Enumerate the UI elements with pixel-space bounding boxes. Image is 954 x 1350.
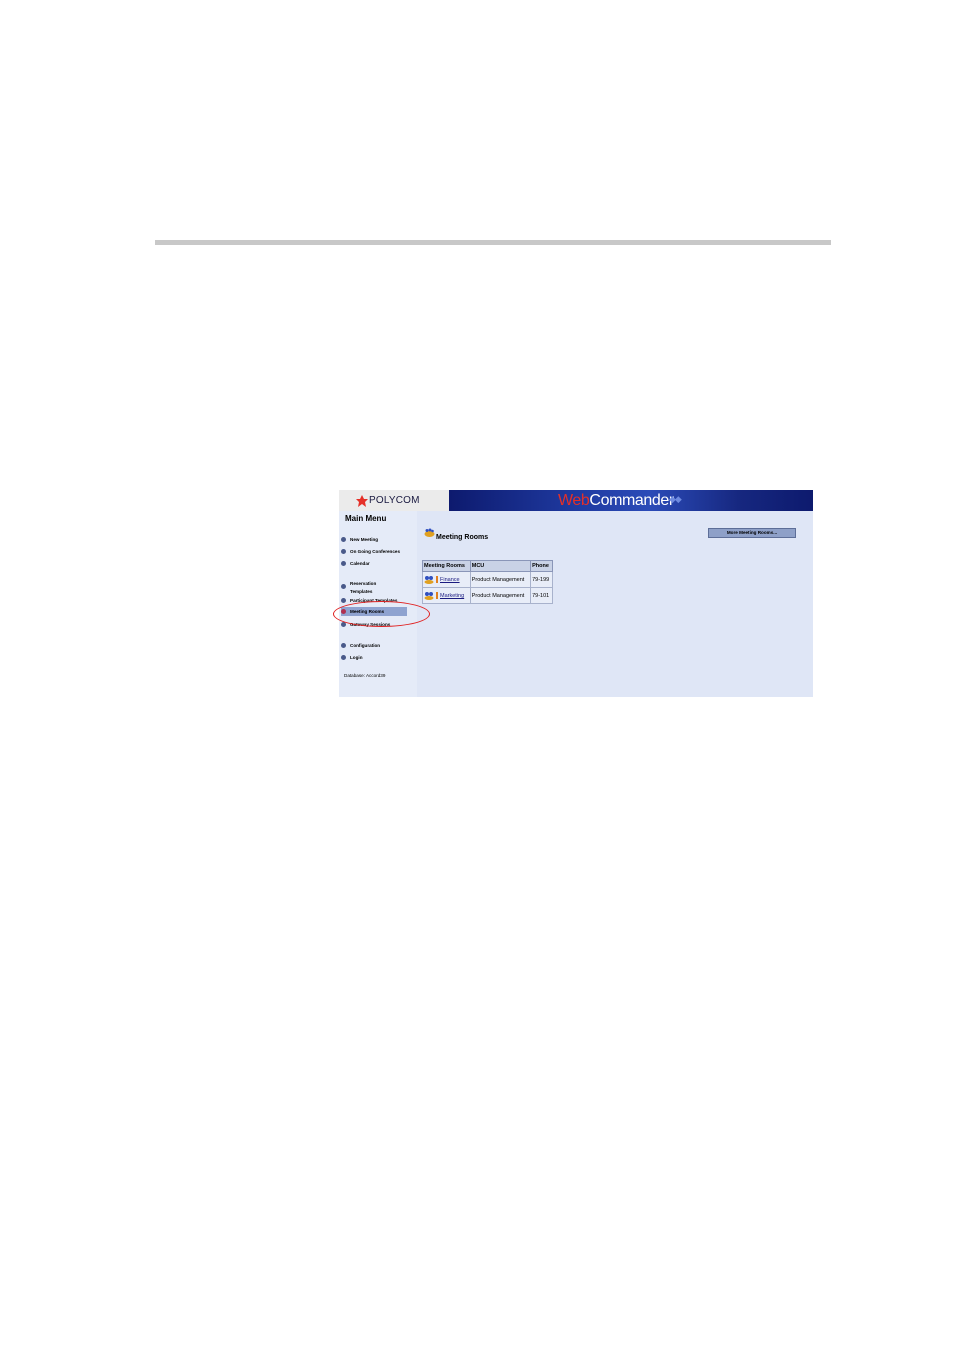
polycom-logo-icon [356, 495, 368, 507]
phone-cell: 79-199 [530, 571, 553, 588]
bullet-icon [341, 643, 346, 648]
meeting-rooms-table: Meeting Rooms MCU Phone Finance Product … [422, 560, 553, 604]
table-row: Marketing Product Management 79-101 [422, 587, 553, 604]
app-banner: POLYCOM WebCommander ◆◆ [339, 490, 813, 511]
sidebar-item-label: Login [350, 655, 363, 660]
column-header[interactable]: Meeting Rooms [422, 560, 471, 572]
polycom-logo: POLYCOM [339, 490, 449, 511]
phone-cell: 79-101 [530, 587, 553, 604]
column-header[interactable]: Phone [530, 560, 553, 572]
bullet-icon [341, 655, 346, 660]
mcu-cell: Product Management [469, 571, 532, 588]
webcommander-screenshot: POLYCOM WebCommander ◆◆ Main Menu New Me… [339, 490, 813, 697]
mcu-cell: Product Management [469, 587, 532, 604]
page-rule [155, 240, 831, 245]
app-brand: WebCommander [558, 491, 674, 510]
sidebar-item-label: Calendar [350, 561, 370, 566]
banner-decoration: ◆◆ [669, 494, 682, 504]
table-row: Finance Product Management 79-199 [422, 571, 553, 588]
main-menu-title: Main Menu [345, 514, 387, 523]
bullet-icon [341, 598, 346, 603]
room-status-icon [424, 576, 438, 584]
room-link[interactable]: Finance [440, 577, 460, 583]
brand-web: Web [558, 492, 590, 509]
room-link[interactable]: Marketing [440, 593, 464, 599]
sidebar-item-label: Reservation Templates [350, 581, 377, 594]
sidebar-item-label: Configuration [350, 643, 381, 648]
table-header-row: Meeting Rooms MCU Phone [422, 560, 553, 572]
bullet-icon [341, 584, 346, 589]
page-title: Meeting Rooms [436, 534, 489, 541]
sidebar-item-label: New Meeting [350, 537, 379, 542]
main-content: Meeting Rooms More Meeting Rooms... Meet… [417, 511, 813, 697]
logo-text: POLYCOM [369, 495, 420, 506]
database-info: Database: Accord39 [344, 673, 386, 678]
brand-commander: Commander [589, 492, 674, 509]
bullet-icon [341, 561, 346, 566]
more-meeting-rooms-button[interactable]: More Meeting Rooms... [708, 528, 796, 538]
room-cell: Marketing [422, 587, 471, 604]
highlight-annotation [333, 601, 430, 627]
bullet-icon [341, 549, 346, 554]
room-cell: Finance [422, 571, 471, 588]
sidebar-item-label: On Going Conferences [350, 549, 401, 554]
meeting-rooms-icon [424, 528, 435, 537]
column-header[interactable]: MCU [469, 560, 532, 572]
room-status-icon [424, 592, 438, 600]
bullet-icon [341, 537, 346, 542]
